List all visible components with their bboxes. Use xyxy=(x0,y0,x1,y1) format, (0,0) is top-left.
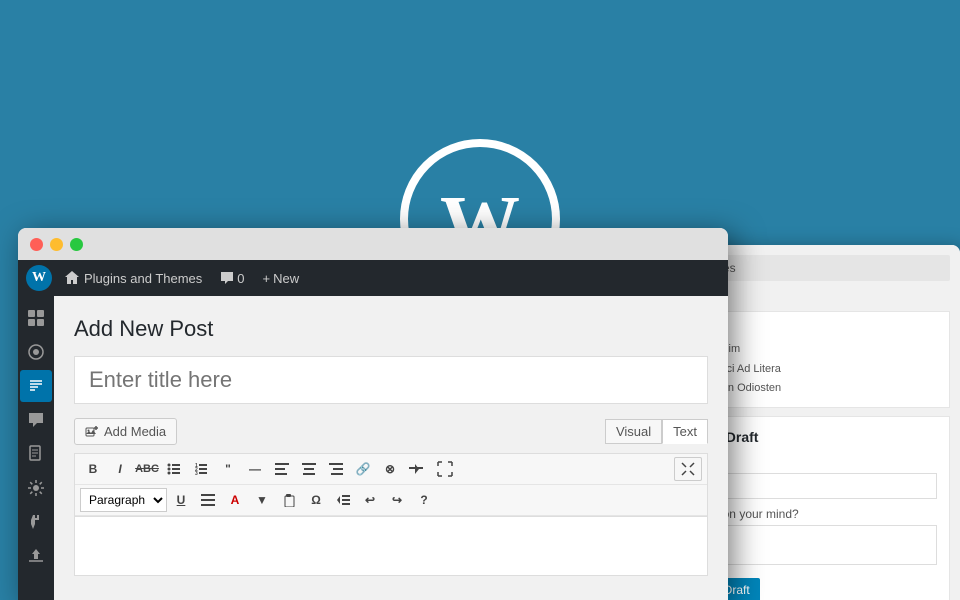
link-button[interactable]: 🔗 xyxy=(350,457,376,481)
insert-more-icon xyxy=(409,462,425,476)
sidebar-icon-pages[interactable] xyxy=(20,438,52,470)
admin-bar-home[interactable]: Plugins and Themes xyxy=(58,270,208,286)
sidebar-icon-upload[interactable] xyxy=(20,540,52,572)
upload-icon xyxy=(27,547,45,565)
sidebar-icon-dashboard[interactable] xyxy=(20,302,52,334)
ordered-list-button[interactable]: 1 2 3 xyxy=(188,457,214,481)
ol-icon: 1 2 3 xyxy=(194,462,208,476)
align-right-icon xyxy=(329,463,343,475)
posts-icon xyxy=(27,377,45,395)
tab-visual[interactable]: Visual xyxy=(605,419,662,444)
media-add-icon xyxy=(85,425,99,439)
browser-titlebar xyxy=(18,228,728,260)
comments-icon xyxy=(27,411,45,429)
toolbar-row-2: Paragraph U A ▼ xyxy=(75,485,707,516)
admin-wp-logo[interactable]: W xyxy=(26,265,52,291)
minimize-dot[interactable] xyxy=(50,238,63,251)
comment-icon xyxy=(220,271,234,285)
admin-bar: W Plugins and Themes 0 + New xyxy=(18,260,728,296)
expand-button[interactable] xyxy=(674,457,702,481)
paste-text-button[interactable] xyxy=(276,488,302,512)
strikethrough-button[interactable]: ABC xyxy=(134,457,160,481)
media-toolbar: Add Media Visual Text xyxy=(74,418,708,445)
align-right-button[interactable] xyxy=(323,457,349,481)
maximize-dot[interactable] xyxy=(70,238,83,251)
tab-text[interactable]: Text xyxy=(662,419,708,444)
redo-button[interactable]: ↪ xyxy=(384,488,410,512)
align-center-icon xyxy=(302,463,316,475)
outdent-icon xyxy=(336,494,350,506)
add-media-button[interactable]: Add Media xyxy=(74,418,177,445)
page-title: Add New Post xyxy=(74,316,708,342)
blockquote-button[interactable]: " xyxy=(215,457,241,481)
sidebar-icon-comments[interactable] xyxy=(20,404,52,436)
fullscreen-button[interactable] xyxy=(431,457,459,481)
svg-text:3: 3 xyxy=(195,471,198,476)
text-color-dropdown[interactable]: ▼ xyxy=(249,488,275,512)
close-dot[interactable] xyxy=(30,238,43,251)
appearance-icon xyxy=(27,479,45,497)
tinymce-toolbar: B I ABC 1 2 3 xyxy=(74,453,708,516)
fullscreen-icon xyxy=(437,461,453,477)
post-title-input[interactable] xyxy=(74,356,708,404)
comments-count: 0 xyxy=(237,271,244,286)
plugins-icon xyxy=(27,513,45,531)
justify-button[interactable] xyxy=(195,488,221,512)
toolbar-row-1: B I ABC 1 2 3 xyxy=(75,454,707,485)
dashboard-icon xyxy=(27,309,45,327)
visual-text-tabs: Visual Text xyxy=(605,419,708,444)
sidebar xyxy=(18,296,54,600)
admin-bar-site-name: Plugins and Themes xyxy=(84,271,202,286)
align-left-icon xyxy=(275,463,289,475)
special-char-button[interactable]: Ω xyxy=(303,488,329,512)
main-browser-window: W Plugins and Themes 0 + New xyxy=(18,228,728,600)
media-icon xyxy=(27,343,45,361)
italic-button[interactable]: I xyxy=(107,457,133,481)
outdent-button[interactable] xyxy=(330,488,356,512)
paste-icon xyxy=(282,493,296,507)
undo-button[interactable]: ↩ xyxy=(357,488,383,512)
new-label: New xyxy=(273,271,299,286)
editor-content[interactable] xyxy=(74,516,708,576)
expand-icon xyxy=(681,462,695,476)
justify-icon xyxy=(201,494,215,506)
add-media-label: Add Media xyxy=(104,424,166,439)
bold-button[interactable]: B xyxy=(80,457,106,481)
help-button[interactable]: ? xyxy=(411,488,437,512)
horizontal-rule-button[interactable]: — xyxy=(242,457,268,481)
sidebar-icon-media[interactable] xyxy=(20,336,52,368)
format-select[interactable]: Paragraph xyxy=(80,488,167,512)
main-content-area: Add New Post Add Media Visual Text xyxy=(18,296,728,600)
underline-button[interactable]: U xyxy=(168,488,194,512)
pages-icon xyxy=(27,445,45,463)
admin-bar-new[interactable]: + New xyxy=(257,271,306,286)
unordered-list-button[interactable] xyxy=(161,457,187,481)
align-center-button[interactable] xyxy=(296,457,322,481)
editor-area: Add New Post Add Media Visual Text xyxy=(54,296,728,600)
sidebar-icon-plugins[interactable] xyxy=(20,506,52,538)
align-left-button[interactable] xyxy=(269,457,295,481)
text-color-button[interactable]: A xyxy=(222,488,248,512)
ul-icon xyxy=(167,462,181,476)
home-icon xyxy=(64,270,80,286)
insert-more-button[interactable] xyxy=(404,457,430,481)
admin-bar-comments[interactable]: 0 xyxy=(214,271,250,286)
unlink-button[interactable]: ⊗ xyxy=(377,457,403,481)
sidebar-icon-appearance[interactable] xyxy=(20,472,52,504)
sidebar-icon-posts[interactable] xyxy=(20,370,52,402)
